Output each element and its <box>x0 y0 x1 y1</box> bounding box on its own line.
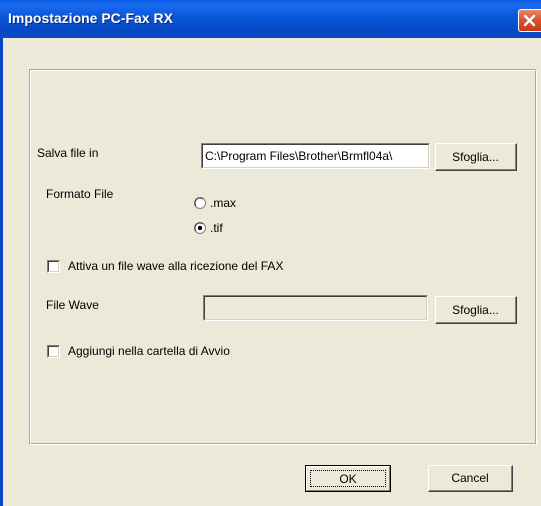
startup-folder-label: Aggiungi nella cartella di Avvio <box>68 344 230 358</box>
wave-file-label: File Wave <box>46 298 99 312</box>
window-frame-left <box>0 38 3 506</box>
cancel-button[interactable]: Cancel <box>428 465 513 492</box>
cancel-label: Cancel <box>429 466 512 491</box>
startup-folder-checkbox[interactable] <box>47 345 60 358</box>
save-location-label: Salva file in <box>37 146 99 160</box>
save-location-browse-label: Sfoglia... <box>436 144 516 170</box>
wave-file-value <box>204 296 427 320</box>
format-max-label: .max <box>210 196 237 210</box>
window-title: Impostazione PC-Fax RX <box>8 10 173 26</box>
file-format-label: Formato File <box>46 187 114 201</box>
wave-on-receive-label: Attiva un file wave alla ricezione del F… <box>68 259 284 273</box>
wave-file-browse-button[interactable]: Sfoglia... <box>435 296 517 324</box>
format-max-radio[interactable] <box>194 197 206 209</box>
save-location-browse-button[interactable]: Sfoglia... <box>435 143 517 171</box>
wave-on-receive-checkbox[interactable] <box>47 260 60 273</box>
wave-file-field[interactable] <box>203 295 428 321</box>
save-location-field[interactable]: C:\Program Files\Brother\Brmfl04a\ <box>201 143 430 169</box>
dialog-window: Impostazione PC-Fax RX Salva file in C:\… <box>0 0 541 506</box>
close-button[interactable] <box>518 9 541 32</box>
settings-group <box>29 69 537 445</box>
wave-file-browse-label: Sfoglia... <box>436 297 516 323</box>
ok-button[interactable]: OK <box>305 465 391 492</box>
format-tif-label: .tif <box>210 221 223 235</box>
title-bar[interactable]: Impostazione PC-Fax RX <box>0 0 541 38</box>
save-location-value: C:\Program Files\Brother\Brmfl04a\ <box>202 144 429 168</box>
focus-indicator <box>310 470 386 487</box>
format-tif-radio[interactable] <box>194 222 206 234</box>
